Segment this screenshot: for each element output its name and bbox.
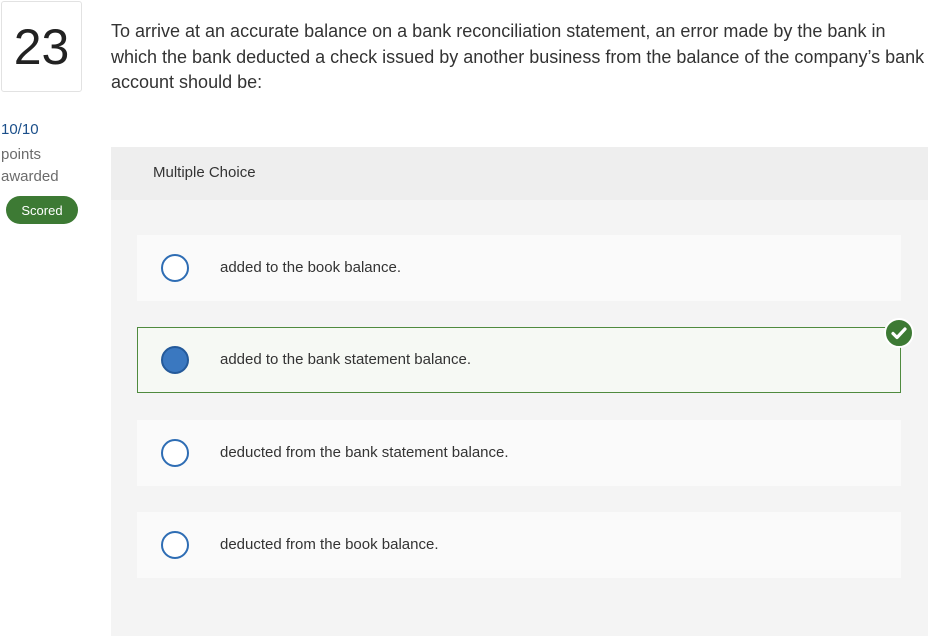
check-circle-icon xyxy=(884,318,914,348)
answer-option-label: added to the book balance. xyxy=(220,259,401,276)
answer-option-4[interactable]: deducted from the book balance. xyxy=(137,512,901,578)
answer-option-2[interactable]: added to the bank statement balance. xyxy=(137,327,901,393)
question-number: 23 xyxy=(1,1,82,92)
radio-button[interactable] xyxy=(161,439,189,467)
answer-option-label: deducted from the bank statement balance… xyxy=(220,444,509,461)
points-score: 10/10 xyxy=(1,121,39,138)
radio-button[interactable] xyxy=(161,531,189,559)
question-page: 23 10/10 points awarded Scored To arrive… xyxy=(0,0,928,636)
checkmark-icon xyxy=(891,327,907,340)
answer-option-label: deducted from the book balance. xyxy=(220,536,439,553)
multiple-choice-panel: Multiple Choice added to the book balanc… xyxy=(111,147,928,636)
multiple-choice-title: Multiple Choice xyxy=(153,164,256,181)
multiple-choice-header: Multiple Choice xyxy=(111,147,928,200)
answer-option-1[interactable]: added to the book balance. xyxy=(137,235,901,301)
answer-option-3[interactable]: deducted from the bank statement balance… xyxy=(137,420,901,486)
question-text: To arrive at an accurate balance on a ba… xyxy=(111,21,925,92)
answer-option-label: added to the bank statement balance. xyxy=(220,351,472,368)
scored-badge: Scored xyxy=(6,196,78,224)
radio-button-selected[interactable] xyxy=(161,346,189,374)
radio-button[interactable] xyxy=(161,254,189,282)
points-label: points awarded xyxy=(1,146,59,185)
